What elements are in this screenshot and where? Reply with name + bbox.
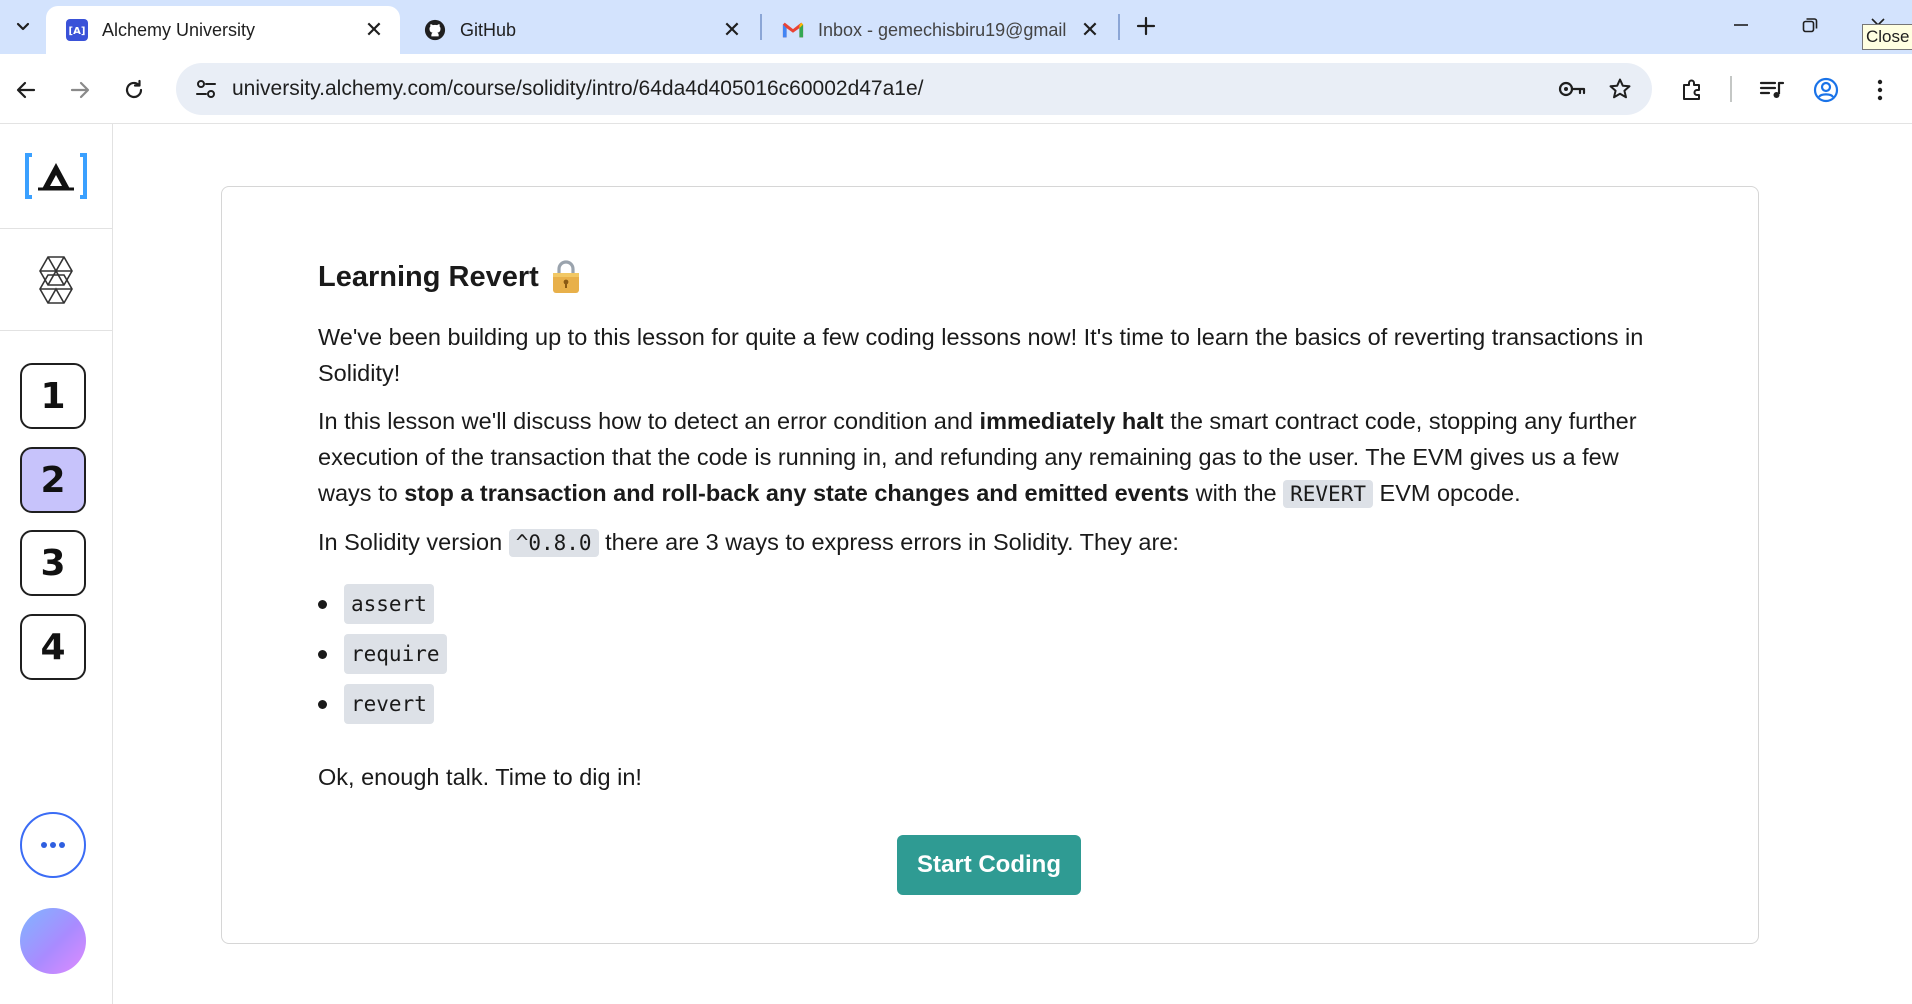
inline-code: require [344,634,447,674]
star-icon [1609,78,1631,99]
alchemy-favicon-icon: [A] [66,19,88,41]
lock-icon [551,260,581,294]
step-3-button[interactable]: 3 [20,530,86,596]
error-ways-list: assert require revert [318,579,1668,729]
inline-code: REVERT [1283,480,1373,508]
arrow-right-icon [70,81,90,99]
lesson-content: Learning Revert We've been building up t… [318,259,1668,807]
forward-button[interactable] [60,70,100,110]
course-icon-button[interactable] [0,229,112,331]
browser-toolbar: university.alchemy.com/course/solidity/i… [0,54,1912,124]
minimize-button[interactable] [1713,4,1769,46]
address-bar[interactable]: university.alchemy.com/course/solidity/i… [176,63,1652,115]
version-paragraph: In Solidity version ^0.8.0 there are 3 w… [318,524,1668,561]
tab-title: GitHub [460,19,517,40]
new-tab-button[interactable] [1130,10,1162,42]
step-1-button[interactable]: 1 [20,363,86,429]
text-run: In this lesson we'll discuss how to dete… [318,408,980,434]
text-run: EVM opcode. [1372,480,1521,506]
tab-github[interactable]: GitHub ✕ [404,6,758,54]
site-info-button[interactable] [184,67,228,111]
user-avatar[interactable] [20,908,86,974]
close-tab-icon[interactable]: ✕ [718,16,746,44]
close-tooltip: Close [1862,24,1912,50]
list-item: revert [318,679,1668,729]
text-run: there are 3 ways to express errors in So… [598,529,1179,555]
list-item: assert [318,579,1668,629]
more-options-button[interactable] [20,812,86,878]
step-4-button[interactable]: 4 [20,614,86,680]
bookmark-button[interactable] [1598,67,1642,111]
inline-code: ^0.8.0 [508,529,599,557]
reload-icon [125,79,143,99]
restore-icon [1802,18,1818,33]
svg-text:[A]: [A] [69,26,86,37]
tab-separator [1118,14,1120,40]
start-coding-button[interactable]: Start Coding [897,835,1081,895]
tab-title: Alchemy University [102,19,256,40]
tab-search-button[interactable] [4,8,42,44]
hexagon-triangles-icon [39,255,73,304]
tab-alchemy-university[interactable]: [A] Alchemy University ✕ [46,6,400,54]
bold-text: immediately halt [979,408,1164,434]
password-key-button[interactable] [1550,67,1594,111]
url-text[interactable]: university.alchemy.com/course/solidity/i… [232,77,1550,101]
close-tab-icon[interactable]: ✕ [360,16,388,44]
lesson-title: Learning Revert [318,259,1668,295]
queue-music-icon [1759,81,1785,98]
account-circle-icon [1813,77,1839,103]
inline-code: assert [344,584,434,624]
tab-strip: [A] Alchemy University ✕ GitHub ✕ Inbox … [0,0,1912,54]
chevron-down-icon [16,22,30,31]
profile-button[interactable] [1806,70,1846,110]
restore-button[interactable] [1782,4,1838,46]
alchemy-logo[interactable] [0,124,112,229]
bold-text: stop a transaction and roll-back any sta… [404,480,1190,506]
course-sidebar: 1 2 3 4 [0,124,113,1004]
alchemy-logo-icon [25,153,87,199]
media-controls-button[interactable] [1752,70,1792,110]
closing-paragraph: Ok, enough talk. Time to dig in! [318,764,642,790]
text-run: with the [1189,480,1284,506]
key-icon [1558,81,1586,97]
gmail-favicon-icon [782,19,804,41]
halt-paragraph: In this lesson we'll discuss how to dete… [318,403,1668,512]
step-2-button[interactable]: 2 [20,447,86,513]
puzzle-icon [1683,79,1700,100]
extensions-button[interactable] [1672,70,1712,110]
bullet-dot [318,699,327,709]
text-run: In Solidity version [318,529,509,555]
tune-icon [196,80,216,98]
bullet-dot [318,599,327,609]
lesson-area: Learning Revert We've been building up t… [113,124,1912,1004]
close-tab-icon[interactable]: ✕ [1076,16,1104,44]
back-button[interactable] [6,70,46,110]
more-vert-icon [1877,79,1883,101]
inline-code: revert [344,684,434,724]
tab-title: Inbox - gemechisbiru19@gmail [818,19,1067,40]
plus-icon [1136,16,1156,36]
list-item: require [318,629,1668,679]
intro-paragraph: We've been building up to this lesson fo… [318,324,1644,386]
arrow-left-icon [16,81,36,99]
lesson-title-text: Learning Revert [318,261,539,293]
more-horiz-icon [41,842,65,848]
bullet-dot [318,649,327,659]
toolbar-divider [1730,76,1732,102]
tab-gmail[interactable]: Inbox - gemechisbiru19@gmail ✕ [762,6,1116,54]
reload-button[interactable] [114,70,154,110]
browser-menu-button[interactable] [1860,70,1900,110]
lesson-card: Learning Revert We've been building up t… [221,186,1759,944]
minimize-icon [1734,24,1748,26]
github-favicon-icon [424,19,446,41]
